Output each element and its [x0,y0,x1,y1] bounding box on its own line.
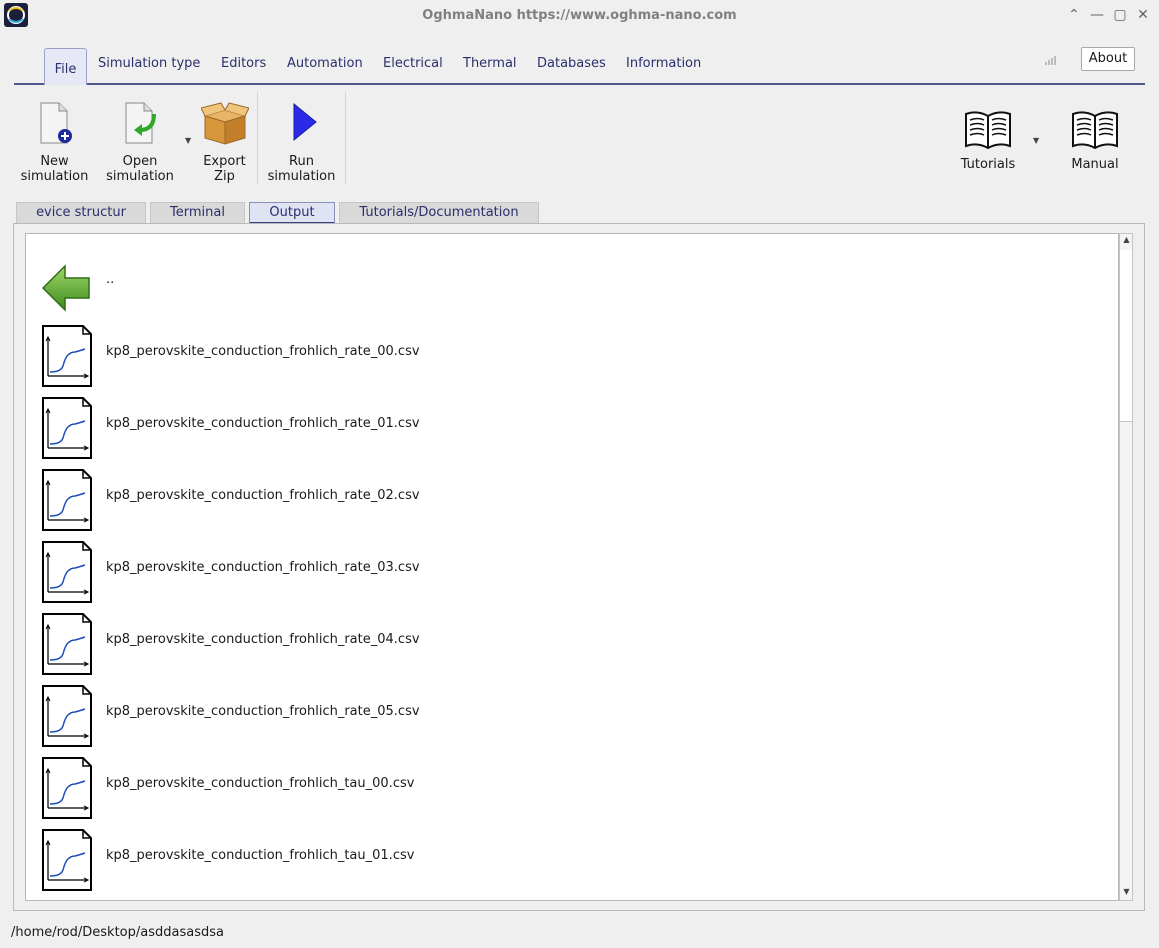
file-name: kp8_perovskite_conduction_frohlich_rate_… [106,488,420,503]
book-icon [1072,111,1118,150]
tab-information[interactable]: Information [626,56,701,71]
tab-terminal[interactable]: Terminal [150,202,245,224]
minimize-window-icon[interactable]: — [1088,6,1106,24]
about-button[interactable]: About [1081,47,1135,71]
graph-file-icon [42,757,92,819]
book-icon [965,111,1011,150]
list-item[interactable]: kp8_perovskite_conduction_frohlich_rate_… [26,676,1118,748]
tab-device-structure[interactable]: evice structur [16,202,146,224]
open-label-1: Open [122,154,158,169]
list-item[interactable]: kp8_perovskite_conduction_frohlich_tau_0… [26,748,1118,820]
new-simulation-button[interactable]: New simulation [17,100,92,184]
tutorials-label: Tutorials [960,157,1016,172]
open-simulation-button[interactable]: Open simulation [102,100,178,184]
close-window-icon[interactable]: ✕ [1134,6,1152,24]
back-arrow-icon [41,264,90,312]
scroll-thumb[interactable] [1120,250,1132,422]
tab-electrical[interactable]: Electrical [383,56,443,71]
file-name: kp8_perovskite_conduction_frohlich_rate_… [106,704,420,719]
export-label-2: Zip [214,169,235,184]
scroll-up-arrow-icon[interactable]: ▲ [1121,235,1132,247]
file-name: kp8_perovskite_conduction_frohlich_tau_0… [106,776,415,791]
file-name: kp8_perovskite_conduction_frohlich_rate_… [106,632,420,647]
tab-databases[interactable]: Databases [537,56,606,71]
tab-file[interactable]: File [44,48,87,85]
box-icon [200,102,249,145]
new-label-2: simulation [20,169,89,184]
status-path: /home/rod/Desktop/asddasasdsa [11,925,224,940]
tab-thermal[interactable]: Thermal [463,56,517,71]
new-label-1: New [40,154,69,169]
tab-simulation-type[interactable]: Simulation type [98,56,200,71]
run-label-2: simulation [267,169,336,184]
graph-file-icon [42,613,92,675]
list-item[interactable]: kp8_perovskite_conduction_frohlich_rate_… [26,532,1118,604]
run-simulation-button[interactable]: Run simulation [263,100,340,184]
file-name: kp8_perovskite_conduction_frohlich_rate_… [106,416,420,431]
maximize-window-icon[interactable]: ▢ [1111,6,1129,24]
file-name: .. [106,272,115,287]
toolbar-divider [345,92,346,184]
list-item[interactable]: kp8_perovskite_conduction_frohlich_tau_0… [26,820,1118,892]
scroll-down-arrow-icon[interactable]: ▼ [1121,887,1132,899]
window-title: OghmaNano https://www.oghma-nano.com [422,8,737,23]
collapse-window-icon[interactable]: ⌃ [1065,6,1083,24]
vertical-scrollbar[interactable]: ▲ ▼ [1119,233,1133,901]
tab-tutorials-documentation[interactable]: Tutorials/Documentation [339,202,539,224]
list-item-parent[interactable]: .. [26,244,1118,316]
export-label-1: Export [203,154,246,169]
graph-file-icon [42,541,92,603]
list-item[interactable]: kp8_perovskite_conduction_frohlich_rate_… [26,604,1118,676]
file-name: kp8_perovskite_conduction_frohlich_rate_… [106,344,420,359]
graph-file-icon [42,325,92,387]
open-dropdown-arrow-icon[interactable]: ▼ [185,136,191,145]
toolbar-divider [257,92,258,184]
list-item[interactable]: kp8_perovskite_conduction_frohlich_rate_… [26,460,1118,532]
manual-label: Manual [1071,157,1119,172]
graph-file-icon [42,829,92,891]
open-file-icon [125,102,156,144]
file-name: kp8_perovskite_conduction_frohlich_rate_… [106,560,420,575]
tutorials-dropdown-arrow-icon[interactable]: ▼ [1033,136,1039,145]
graph-file-icon [42,685,92,747]
tutorials-button[interactable]: Tutorials [955,108,1021,172]
play-icon [293,102,317,142]
list-item[interactable]: kp8_perovskite_conduction_frohlich_rate_… [26,388,1118,460]
export-zip-button[interactable]: Export Zip [196,100,253,184]
manual-button[interactable]: Manual [1064,108,1126,172]
ribbon-menu-bar: File Simulation type Editors Automation … [14,46,1145,85]
signal-grip-icon [1044,54,1056,65]
open-label-2: simulation [106,169,174,184]
tab-automation[interactable]: Automation [287,56,363,71]
tab-output[interactable]: Output [249,202,335,224]
graph-file-icon [42,469,92,531]
run-label-1: Run [289,154,314,169]
tab-editors[interactable]: Editors [221,56,266,71]
file-list[interactable]: .. kp8_perovskite_conduction_frohlich_ra… [25,233,1119,901]
graph-file-icon [41,900,93,901]
list-item[interactable]: kp8_perovskite_conduction_frohlich_rate_… [26,316,1118,388]
new-file-icon [40,102,72,144]
list-item-partial[interactable] [26,892,1118,901]
title-bar: OghmaNano https://www.oghma-nano.com ⌃ —… [0,0,1159,31]
graph-file-icon [42,397,92,459]
file-name: kp8_perovskite_conduction_frohlich_tau_0… [106,848,415,863]
